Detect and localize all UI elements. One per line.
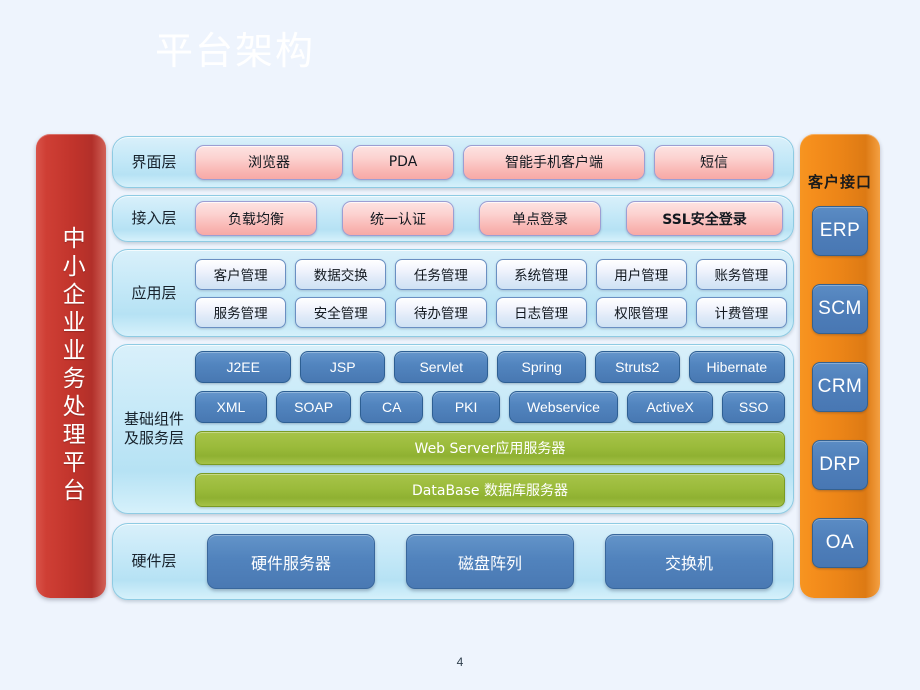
- base-item-spring[interactable]: Spring: [497, 351, 586, 383]
- layer-access: 接入层 负载均衡 统一认证 单点登录 SSL安全登录: [112, 195, 794, 242]
- architecture-stack: 界面层 浏览器 PDA 智能手机客户端 短信 接入层 负载均衡 统一认证 单点登…: [112, 136, 794, 607]
- page-title: 平台架构: [155, 29, 316, 73]
- layer-interface: 界面层 浏览器 PDA 智能手机客户端 短信: [112, 136, 794, 188]
- app-item-service-mgmt[interactable]: 服务管理: [195, 296, 287, 328]
- base-item-xml[interactable]: XML: [195, 391, 267, 423]
- client-button-drp[interactable]: DRP: [812, 440, 868, 490]
- layer-interface-row: 浏览器 PDA 智能手机客户端 短信: [195, 144, 787, 180]
- base-bar-web-server[interactable]: Web Server应用服务器: [195, 431, 785, 465]
- layer-base-components-label-line2: 及服务层: [123, 429, 184, 447]
- layer-interface-label: 界面层: [131, 152, 177, 171]
- interface-item-browser[interactable]: 浏览器: [195, 144, 343, 180]
- base-bar-database-server[interactable]: DataBase 数据库服务器: [195, 473, 785, 507]
- layer-interface-body: 浏览器 PDA 智能手机客户端 短信: [195, 144, 793, 180]
- app-item-todo-mgmt[interactable]: 待办管理: [395, 296, 487, 328]
- layer-base-components: 基础组件 及服务层 J2EE JSP Servlet Spring Struts…: [112, 344, 794, 514]
- interface-item-pda[interactable]: PDA: [352, 144, 454, 180]
- layer-access-row: 负载均衡 统一认证 单点登录 SSL安全登录: [195, 201, 787, 236]
- app-item-account-mgmt[interactable]: 账务管理: [695, 258, 788, 290]
- client-button-erp[interactable]: ERP: [812, 206, 868, 256]
- layer-access-label: 接入层: [131, 209, 177, 228]
- access-item-unified-auth[interactable]: 统一认证: [342, 201, 454, 236]
- access-item-ssl-login[interactable]: SSL安全登录: [626, 201, 783, 236]
- base-item-j2ee[interactable]: J2EE: [195, 351, 292, 383]
- layer-application-body: 客户管理 数据交换 任务管理 系统管理 用户管理 账务管理 服务管理 安全管理 …: [195, 258, 793, 328]
- hardware-item-switch[interactable]: 交换机: [605, 534, 773, 589]
- base-item-hibernate[interactable]: Hibernate: [688, 351, 785, 383]
- app-item-log-mgmt[interactable]: 日志管理: [495, 296, 587, 328]
- app-item-system-mgmt[interactable]: 系统管理: [495, 258, 587, 290]
- layer-base-components-body: J2EE JSP Servlet Spring Struts2 Hibernat…: [195, 351, 793, 507]
- base-item-sso[interactable]: SSO: [722, 391, 785, 423]
- base-item-struts2[interactable]: Struts2: [594, 351, 680, 383]
- page-number: 4: [456, 655, 464, 669]
- client-button-crm[interactable]: CRM: [812, 362, 868, 412]
- access-item-sso-login[interactable]: 单点登录: [479, 201, 601, 236]
- access-item-load-balance[interactable]: 负载均衡: [195, 201, 317, 236]
- platform-left-banner: 中小企业业务处理平台: [36, 134, 106, 598]
- layer-hardware-label: 硬件层: [131, 552, 177, 571]
- base-item-pki[interactable]: PKI: [432, 391, 501, 423]
- interface-item-smartphone-client[interactable]: 智能手机客户端: [463, 144, 645, 180]
- base-item-ca[interactable]: CA: [360, 391, 424, 423]
- app-item-user-mgmt[interactable]: 用户管理: [595, 258, 687, 290]
- base-item-webservice[interactable]: Webservice: [509, 391, 618, 423]
- base-row-frameworks: J2EE JSP Servlet Spring Struts2 Hibernat…: [195, 351, 785, 383]
- app-item-data-exchange[interactable]: 数据交换: [295, 258, 387, 290]
- base-item-soap[interactable]: SOAP: [275, 391, 352, 423]
- app-item-billing-mgmt[interactable]: 计费管理: [695, 296, 788, 328]
- app-item-permission-mgmt[interactable]: 权限管理: [595, 296, 687, 328]
- platform-left-banner-label: 中小企业业务处理平台: [58, 226, 85, 506]
- layer-application-row-2: 服务管理 安全管理 待办管理 日志管理 权限管理 计费管理: [195, 296, 788, 328]
- client-interface-banner: 客户接口 ERP SCM CRM DRP OA: [800, 134, 880, 598]
- base-item-activex[interactable]: ActiveX: [626, 391, 714, 423]
- layer-application-label: 应用层: [131, 283, 177, 302]
- interface-item-sms[interactable]: 短信: [654, 144, 774, 180]
- layer-base-components-label: 基础组件 及服务层: [113, 410, 195, 448]
- layer-hardware-row: 硬件服务器 磁盘阵列 交换机: [195, 534, 773, 589]
- hardware-item-server[interactable]: 硬件服务器: [207, 534, 375, 589]
- app-item-security-mgmt[interactable]: 安全管理: [295, 296, 387, 328]
- client-button-scm[interactable]: SCM: [812, 284, 868, 334]
- app-item-task-mgmt[interactable]: 任务管理: [395, 258, 487, 290]
- layer-hardware: 硬件层 硬件服务器 磁盘阵列 交换机: [112, 523, 794, 600]
- layer-application-row-1: 客户管理 数据交换 任务管理 系统管理 用户管理 账务管理: [195, 258, 788, 290]
- base-item-servlet[interactable]: Servlet: [394, 351, 489, 383]
- base-item-jsp[interactable]: JSP: [300, 351, 386, 383]
- layer-base-components-label-line1: 基础组件: [123, 410, 184, 429]
- layer-hardware-body: 硬件服务器 磁盘阵列 交换机: [195, 534, 793, 589]
- client-button-oa[interactable]: OA: [812, 518, 868, 568]
- hardware-item-disk-array[interactable]: 磁盘阵列: [406, 534, 574, 589]
- client-interface-title: 客户接口: [807, 173, 872, 191]
- layer-access-body: 负载均衡 统一认证 单点登录 SSL安全登录: [195, 201, 793, 236]
- app-item-customer-mgmt[interactable]: 客户管理: [195, 258, 287, 290]
- layer-application: 应用层 客户管理 数据交换 任务管理 系统管理 用户管理 账务管理 服务管理 安…: [112, 249, 794, 337]
- base-row-services: XML SOAP CA PKI Webservice ActiveX SSO: [195, 391, 785, 423]
